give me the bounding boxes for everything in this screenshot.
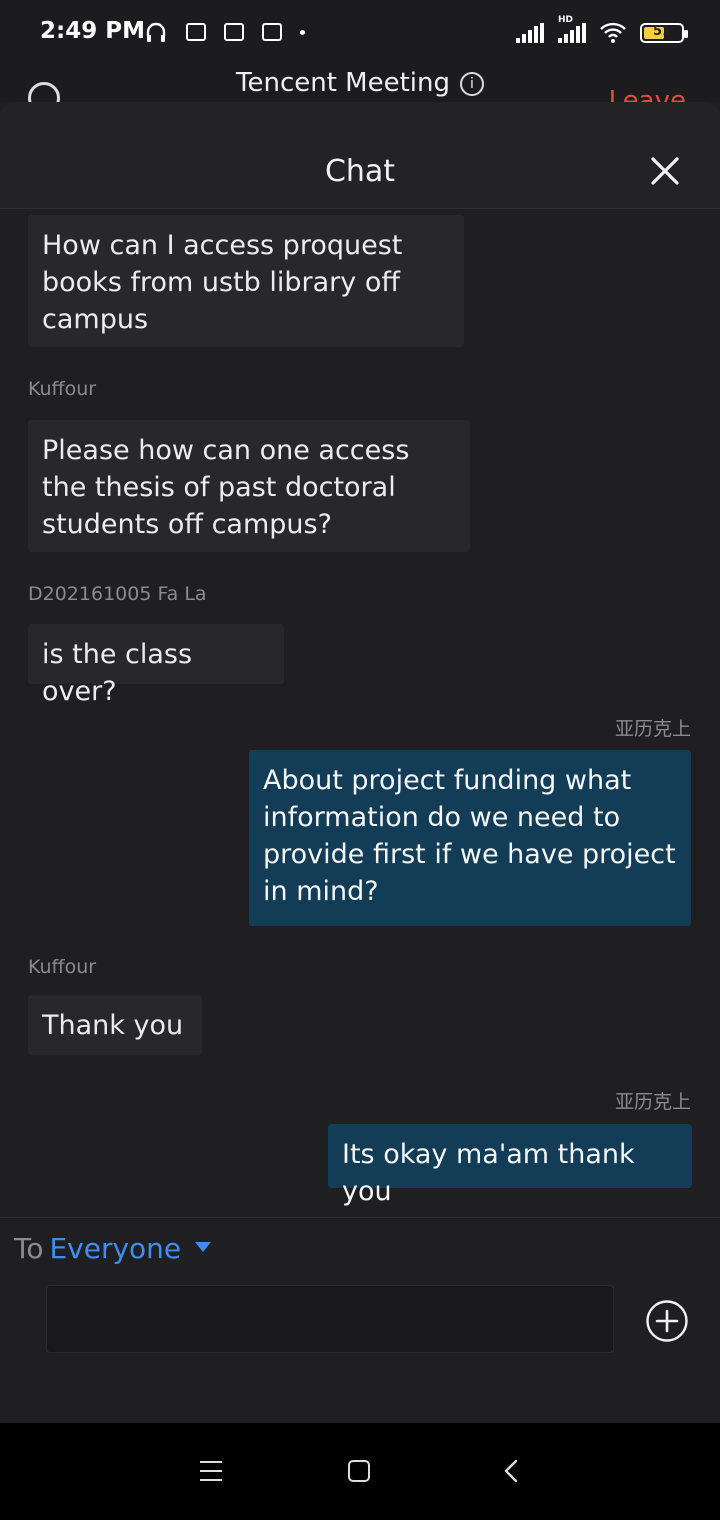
- back-icon[interactable]: [500, 1459, 524, 1483]
- recipient-prefix: To: [14, 1232, 44, 1265]
- message-list[interactable]: How can I access proquest books from ust…: [0, 209, 720, 1217]
- recipient-selector[interactable]: To Everyone: [14, 1232, 212, 1265]
- info-icon[interactable]: i: [460, 72, 484, 96]
- wifi-icon: [600, 22, 626, 43]
- message-bubble: Please how can one access the thesis of …: [28, 420, 470, 552]
- message-bubble: is the class over?: [28, 624, 284, 707]
- message-bubble: How can I access proquest books from ust…: [28, 215, 464, 347]
- menu-icon[interactable]: [200, 1461, 222, 1481]
- battery-percent: 51: [652, 24, 672, 39]
- message-bubble: Thank you: [28, 995, 202, 1055]
- shield-icon: [262, 23, 282, 41]
- recipient-value[interactable]: Everyone: [49, 1232, 181, 1265]
- message-sender: D202161005 Fa La: [28, 583, 207, 605]
- message-sender: 亚历克上: [614, 1091, 691, 1113]
- chat-title: Chat: [324, 154, 396, 189]
- app-title-text: Tencent Meeting: [236, 68, 450, 98]
- status-bar: 2:49 PM HD 51: [0, 0, 720, 62]
- message-bubble-mine: About project funding what information d…: [249, 750, 691, 926]
- signal-icon: [516, 23, 544, 43]
- app-icon: [186, 23, 206, 41]
- close-icon[interactable]: [650, 156, 680, 186]
- app-icon: [224, 23, 244, 41]
- status-left-icons: [144, 20, 305, 44]
- message-sender: Kuffour: [28, 378, 97, 400]
- system-nav-bar: [0, 1423, 720, 1520]
- message-input[interactable]: [46, 1285, 614, 1353]
- status-right-icons: HD 51: [516, 15, 688, 44]
- message-sender: 亚历克上: [614, 718, 691, 740]
- chat-composer: To Everyone: [0, 1217, 720, 1424]
- message-bubble-mine: Its okay ma'am thank you: [328, 1124, 692, 1207]
- battery-icon: 51: [640, 23, 688, 43]
- caret-down-icon[interactable]: [195, 1242, 212, 1252]
- message-sender: Kuffour: [28, 956, 97, 978]
- leave-button[interactable]: Leave: [609, 86, 686, 102]
- signal-hd-icon: HD: [558, 15, 586, 43]
- network-label: HD: [558, 15, 574, 25]
- dot-icon: [300, 29, 305, 35]
- home-icon[interactable]: [348, 1460, 370, 1482]
- add-icon[interactable]: [646, 1300, 688, 1342]
- status-time: 2:49 PM: [40, 18, 145, 44]
- chat-header: Chat: [0, 102, 720, 209]
- headphones-icon: [146, 22, 166, 42]
- app-bar: Tencent Meeting i Leave: [0, 62, 720, 102]
